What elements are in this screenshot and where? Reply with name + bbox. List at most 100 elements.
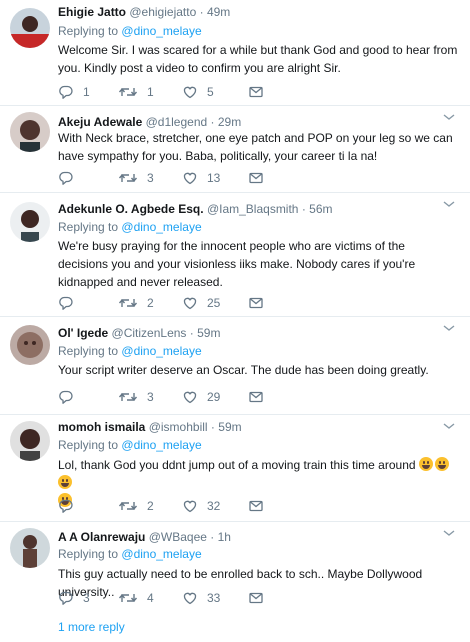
replying-to: Replying to @dino_melaye bbox=[58, 437, 202, 453]
retweet-icon bbox=[118, 84, 138, 100]
tweet-header: A A Olanrewaju @WBaqee · 1h bbox=[58, 529, 231, 545]
chevron-down-icon[interactable] bbox=[442, 421, 456, 431]
tweet-text: Welcome Sir. I was scared for a while bu… bbox=[58, 43, 458, 75]
chevron-down-icon[interactable] bbox=[442, 323, 456, 333]
tweet[interactable]: momoh ismaila @ismohbill · 59m Replying … bbox=[0, 415, 470, 522]
like-button[interactable]: 32 bbox=[182, 498, 220, 514]
more-replies-link[interactable]: 1 more reply bbox=[58, 620, 125, 634]
direct-message-button[interactable] bbox=[248, 389, 264, 405]
mention-link[interactable]: @dino_melaye bbox=[121, 547, 201, 561]
reply-icon bbox=[58, 590, 74, 606]
reply-button[interactable]: 3 bbox=[58, 590, 90, 606]
display-name[interactable]: Ehigie Jatto bbox=[58, 5, 126, 19]
retweet-count: 1 bbox=[147, 85, 154, 99]
tweet[interactable]: Adekunle O. Agbede Esq. @Iam_Blaqsmith ·… bbox=[0, 193, 470, 317]
tweet-header: Adekunle O. Agbede Esq. @Iam_Blaqsmith ·… bbox=[58, 201, 333, 217]
mention-link[interactable]: @dino_melaye bbox=[121, 220, 201, 234]
user-handle[interactable]: @ehigiejatto bbox=[129, 5, 196, 19]
timestamp[interactable]: 29m bbox=[218, 115, 241, 129]
retweet-count: 2 bbox=[147, 499, 154, 513]
display-name[interactable]: A A Olanrewaju bbox=[58, 530, 145, 544]
like-icon bbox=[182, 389, 198, 405]
direct-message-button[interactable] bbox=[248, 170, 264, 186]
avatar[interactable] bbox=[10, 528, 50, 568]
display-name[interactable]: Akeju Adewale bbox=[58, 115, 142, 129]
direct-message-button[interactable] bbox=[248, 498, 264, 514]
like-button[interactable]: 29 bbox=[182, 389, 220, 405]
user-handle[interactable]: @CitizenLens bbox=[112, 326, 187, 340]
tweet-header: Akeju Adewale @d1legend · 29m bbox=[58, 114, 241, 130]
timestamp[interactable]: 56m bbox=[309, 202, 332, 216]
user-handle[interactable]: @Iam_Blaqsmith bbox=[207, 202, 299, 216]
replying-to-label: Replying to bbox=[58, 344, 119, 358]
avatar[interactable] bbox=[10, 8, 50, 48]
tweet[interactable]: Ehigie Jatto @ehigiejatto · 49m Replying… bbox=[0, 0, 470, 106]
tweet-header: momoh ismaila @ismohbill · 59m bbox=[58, 419, 242, 435]
display-name[interactable]: Ol' Igede bbox=[58, 326, 108, 340]
timestamp[interactable]: 1h bbox=[218, 530, 231, 544]
user-handle[interactable]: @WBaqee bbox=[149, 530, 207, 544]
separator-dot: · bbox=[210, 530, 215, 544]
reply-button[interactable] bbox=[58, 170, 74, 186]
like-button[interactable]: 33 bbox=[182, 590, 220, 606]
tweet-header: Ol' Igede @CitizenLens · 59m bbox=[58, 325, 220, 341]
separator-dot: · bbox=[199, 5, 204, 19]
reply-button[interactable] bbox=[58, 295, 74, 311]
avatar[interactable] bbox=[10, 202, 50, 242]
like-count: 32 bbox=[207, 499, 221, 513]
avatar[interactable] bbox=[10, 112, 50, 152]
like-count: 5 bbox=[207, 85, 214, 99]
tweet[interactable]: Akeju Adewale @d1legend · 29m With Neck … bbox=[0, 106, 470, 193]
retweet-icon bbox=[118, 295, 138, 311]
like-button[interactable]: 25 bbox=[182, 295, 220, 311]
display-name[interactable]: momoh ismaila bbox=[58, 420, 145, 434]
retweet-button[interactable]: 3 bbox=[118, 389, 154, 405]
tweet-text: With Neck brace, stretcher, one eye patc… bbox=[58, 131, 453, 163]
avatar[interactable] bbox=[10, 325, 50, 365]
user-handle[interactable]: @d1legend bbox=[146, 115, 208, 129]
like-icon bbox=[182, 170, 198, 186]
message-icon bbox=[248, 389, 264, 405]
retweet-button[interactable]: 3 bbox=[118, 170, 154, 186]
retweet-button[interactable]: 1 bbox=[118, 84, 154, 100]
retweet-button[interactable]: 4 bbox=[118, 590, 154, 606]
retweet-button[interactable]: 2 bbox=[118, 498, 154, 514]
separator-dot: · bbox=[301, 202, 306, 216]
timestamp[interactable]: 59m bbox=[218, 420, 241, 434]
mention-link[interactable]: @dino_melaye bbox=[121, 344, 201, 358]
direct-message-button[interactable] bbox=[248, 590, 264, 606]
timestamp[interactable]: 49m bbox=[207, 5, 230, 19]
mention-link[interactable]: @dino_melaye bbox=[121, 438, 201, 452]
chevron-down-icon[interactable] bbox=[442, 199, 456, 209]
avatar[interactable] bbox=[10, 421, 50, 461]
retweet-count: 3 bbox=[147, 390, 154, 404]
direct-message-button[interactable] bbox=[248, 295, 264, 311]
reply-icon bbox=[58, 389, 74, 405]
display-name[interactable]: Adekunle O. Agbede Esq. bbox=[58, 202, 204, 216]
timestamp[interactable]: 59m bbox=[197, 326, 220, 340]
reply-button[interactable]: 1 bbox=[58, 84, 90, 100]
tweet[interactable]: A A Olanrewaju @WBaqee · 1h Replying to … bbox=[0, 522, 470, 610]
reply-count: 1 bbox=[83, 85, 90, 99]
grinning-emoji-icon bbox=[58, 475, 72, 489]
mention-link[interactable]: @dino_melaye bbox=[121, 24, 201, 38]
tweet[interactable]: Ol' Igede @CitizenLens · 59m Replying to… bbox=[0, 317, 470, 415]
tweet-header: Ehigie Jatto @ehigiejatto · 49m bbox=[58, 4, 230, 20]
like-button[interactable]: 5 bbox=[182, 84, 214, 100]
tweet-text: Lol, thank God you ddnt jump out of a mo… bbox=[58, 458, 416, 472]
chevron-down-icon[interactable] bbox=[442, 528, 456, 538]
like-icon bbox=[182, 84, 198, 100]
user-handle[interactable]: @ismohbill bbox=[149, 420, 208, 434]
reply-button[interactable] bbox=[58, 389, 74, 405]
like-button[interactable]: 13 bbox=[182, 170, 220, 186]
chevron-down-icon[interactable] bbox=[442, 112, 456, 122]
message-icon bbox=[248, 498, 264, 514]
reply-button[interactable] bbox=[58, 498, 74, 514]
replying-to-label: Replying to bbox=[58, 547, 119, 561]
rofl-emoji-icon bbox=[434, 457, 449, 471]
direct-message-button[interactable] bbox=[248, 84, 264, 100]
reply-count: 3 bbox=[83, 591, 90, 605]
retweet-button[interactable]: 2 bbox=[118, 295, 154, 311]
retweet-icon bbox=[118, 170, 138, 186]
replying-to: Replying to @dino_melaye bbox=[58, 546, 202, 562]
